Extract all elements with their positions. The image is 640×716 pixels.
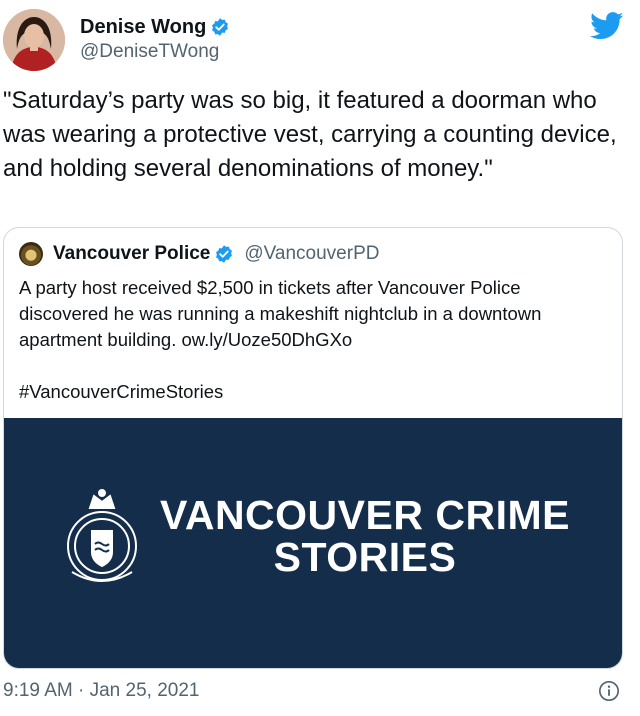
author-name-row: Denise Wong <box>80 14 230 40</box>
quoted-media-banner[interactable]: VANCOUVER CRIME STORIES <box>4 418 622 668</box>
timestamp-separator: · <box>72 680 90 701</box>
tweet-timestamp[interactable]: 9:19 AM · Jan 25, 2021 <box>3 680 199 702</box>
verified-badge-icon <box>210 17 230 37</box>
police-crest-icon <box>62 486 142 594</box>
banner-title-line1: VANCOUVER CRIME <box>160 492 570 538</box>
banner-title: VANCOUVER CRIME STORIES <box>150 494 580 578</box>
banner-title-line2: STORIES <box>273 534 457 580</box>
author-avatar[interactable] <box>3 9 65 71</box>
quoted-avatar[interactable] <box>19 242 43 266</box>
author-handle[interactable]: @DeniseTWong <box>80 41 219 63</box>
tweet-card: Denise Wong @DeniseTWong "Saturday’s par… <box>0 0 640 716</box>
tweet-text: "Saturday’s party was so big, it feature… <box>3 87 624 182</box>
tweet-date: Jan 25, 2021 <box>89 680 200 701</box>
verified-badge-icon <box>214 244 234 264</box>
quoted-hashtag[interactable]: #VancouverCrimeStories <box>19 381 223 402</box>
quoted-header: Vancouver Police @VancouverPD <box>53 242 379 266</box>
twitter-bird-icon[interactable] <box>590 12 624 40</box>
quoted-tweet[interactable]: Vancouver Police @VancouverPD A party ho… <box>3 227 623 669</box>
quoted-link[interactable]: ow.ly/Uoze50DhGXo <box>182 329 353 350</box>
author-name[interactable]: Denise Wong <box>80 16 206 39</box>
info-icon[interactable] <box>598 680 620 702</box>
quoted-author-name[interactable]: Vancouver Police <box>53 243 210 265</box>
quoted-text: A party host received $2,500 in tickets … <box>19 275 609 405</box>
tweet-time: 9:19 AM <box>3 680 73 701</box>
quoted-author-handle[interactable]: @VancouverPD <box>244 243 379 265</box>
